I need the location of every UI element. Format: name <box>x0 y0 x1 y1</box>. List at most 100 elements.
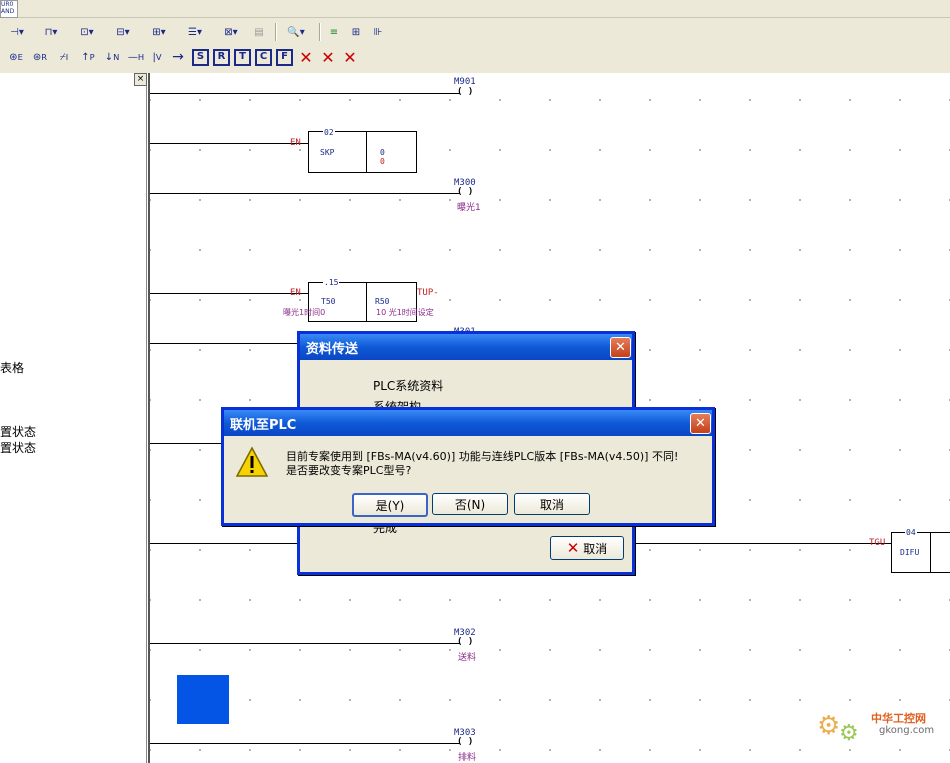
panel-close-button[interactable]: × <box>134 73 147 86</box>
difu-number: 04 <box>905 528 917 537</box>
list-tool-button[interactable]: ☰▾ <box>179 22 211 42</box>
blue-square <box>177 675 229 724</box>
timer-comment: 曝光1时间0 <box>283 308 326 317</box>
delete-all-icon[interactable]: ✕ <box>341 47 359 67</box>
positive-edge-icon[interactable]: ↑ P <box>78 47 98 67</box>
compare-tool-button[interactable]: ⊞▾ <box>143 22 175 42</box>
counter-box-button[interactable]: C <box>255 47 272 67</box>
rung-line <box>633 543 891 544</box>
skp-en-pin: EN <box>290 138 301 148</box>
coil-label: M901 <box>454 77 476 87</box>
gear-icon: ⚙ <box>817 711 841 741</box>
rung-line <box>150 143 308 144</box>
calc-icon[interactable]: ▤ <box>251 22 267 42</box>
toolbar-separator <box>275 23 277 41</box>
function-tool-button[interactable]: ⊡▾ <box>71 22 103 42</box>
reset-box-button[interactable]: R <box>213 47 230 67</box>
table-tool-button[interactable]: ⊠▾ <box>215 22 247 42</box>
monitor-search-button[interactable]: 🔍▾ <box>281 22 311 42</box>
coil-comment: 送料 <box>458 653 477 663</box>
register-tool-button[interactable]: ⊟▾ <box>107 22 139 42</box>
rung-line <box>150 443 225 444</box>
confirm-close-button[interactable]: ✕ <box>690 413 711 434</box>
function-box-button[interactable]: F <box>276 47 293 67</box>
tree-item-table[interactable]: 表格 <box>0 359 24 376</box>
transfer-dialog-titlebar: 资料传送 ✕ <box>300 334 632 360</box>
timer-tup-pin: TUP- <box>417 288 439 298</box>
skp-label: SKP <box>320 148 335 157</box>
coil-symbol[interactable]: ( ) <box>457 737 473 747</box>
vertical-line-icon[interactable]: | V <box>150 47 164 67</box>
top-strip <box>18 0 950 18</box>
left-power-rail <box>148 73 150 763</box>
set-box-icon: S <box>192 48 209 66</box>
rung-line <box>150 93 460 94</box>
coil-symbol[interactable]: ( ) <box>457 87 473 97</box>
transfer-dialog-title: 资料传送 <box>306 341 359 357</box>
delete-icon[interactable]: ✕ <box>297 47 315 67</box>
fb-divider <box>930 533 931 572</box>
program-view-icon[interactable]: ⊞ <box>347 22 365 42</box>
watermark-url: gkong.com <box>879 725 935 736</box>
arrow-right-icon[interactable]: → <box>168 47 188 67</box>
function-box-icon: F <box>276 48 293 66</box>
timer-box-button[interactable]: T <box>234 47 251 67</box>
fb-divider <box>366 283 367 321</box>
confirm-message-line-2: 是否要改变专案PLC型号? <box>286 464 412 477</box>
watermark: ⚙ ⚙ 中华工控网 gkong.com <box>815 705 945 753</box>
negative-edge-icon[interactable]: ↓ N <box>102 47 122 67</box>
coil-symbol[interactable]: ( ) <box>457 187 473 197</box>
reset-box-icon: R <box>213 48 230 66</box>
toolbar-separator <box>319 23 321 41</box>
difu-label: DIFU <box>900 548 920 557</box>
toolbar-row-1: ⊣▾ ⊓▾ ⊡▾ ⊟▾ ⊞▾ ☰▾ ⊠▾ ▤ 🔍▾ ≡ ⊞ ⊪ <box>3 20 391 44</box>
transfer-line-system-data: PLC系统资料 <box>373 379 444 393</box>
timer-preset-comment: 10 光1时间设定 <box>376 308 434 317</box>
yes-button[interactable]: 是(Y) <box>352 493 428 517</box>
coil-tool-button[interactable]: ⊓▾ <box>35 22 67 42</box>
instruction-view-icon[interactable]: ⊪ <box>369 22 387 42</box>
cancel-x-icon: ✕ <box>566 539 580 557</box>
reset-contact-icon[interactable]: ⊛ R <box>30 47 50 67</box>
skp-value-1: 0 <box>380 148 385 157</box>
tree-item-status-1[interactable]: 置状态 <box>0 423 36 440</box>
rung-line <box>150 343 300 344</box>
transfer-cancel-label: 取消 <box>583 541 608 556</box>
toolbar-area: UR0 AND ⊣▾ ⊓▾ ⊡▾ ⊟▾ ⊞▾ ☰▾ ⊠▾ ▤ 🔍▾ ≡ ⊞ ⊪ … <box>0 0 950 73</box>
invert-contact-icon[interactable]: ⌿ I <box>54 47 74 67</box>
confirm-dialog-title: 联机至PLC <box>230 417 297 433</box>
no-button[interactable]: 否(N) <box>432 493 508 515</box>
tree-item-status-2[interactable]: 置状态 <box>0 439 36 456</box>
horizontal-line-icon[interactable]: — H <box>126 47 146 67</box>
skp-value-2: 0 <box>380 157 385 166</box>
project-tree-panel: 表格 置状态 置状态 <box>0 73 147 763</box>
ladder-view-icon[interactable]: ≡ <box>325 22 343 42</box>
transfer-close-button[interactable]: ✕ <box>610 337 631 358</box>
watermark-brand: 中华工控网 <box>871 712 926 725</box>
rung-line <box>150 643 460 644</box>
coil-symbol[interactable]: ( ) <box>457 637 473 647</box>
cancel-button[interactable]: 取消 <box>514 493 590 515</box>
mode-indicator: UR0 AND <box>0 0 18 18</box>
coil-comment: 排料 <box>458 753 477 763</box>
fb-divider <box>366 132 367 172</box>
timer-preset-register: R50 <box>375 297 390 306</box>
delete-vertical-icon[interactable]: ✕ <box>319 47 337 67</box>
transfer-cancel-button[interactable]: ✕ 取消 <box>550 536 624 560</box>
toolbar-row-2: ⊛ E ⊛ R ⌿ I ↑ P ↓ N — H | V → S R T C F ✕ ✕ ✕ <box>6 45 363 69</box>
timer-box-icon: T <box>234 48 251 66</box>
set-box-button[interactable]: S <box>192 47 209 67</box>
timer-number: .15 <box>323 278 340 287</box>
difu-function-block[interactable]: 04 DIFU <box>891 528 950 573</box>
confirm-dialog-titlebar: 联机至PLC ✕ <box>224 410 712 436</box>
skp-number: 02 <box>323 128 335 137</box>
contact-tool-button[interactable]: ⊣▾ <box>3 22 31 42</box>
warning-icon <box>235 446 269 478</box>
counter-box-icon: C <box>255 48 272 66</box>
gear-icon: ⚙ <box>839 721 859 746</box>
rung-line <box>150 543 300 544</box>
confirm-dialog: 联机至PLC ✕ 目前专案使用到 [FBs-MA(v4.60)] 功能与连线PL… <box>221 407 715 526</box>
skp-function-block[interactable]: 02 SKP 0 0 <box>308 128 417 173</box>
set-contact-icon[interactable]: ⊛ E <box>6 47 26 67</box>
rung-line <box>150 743 460 744</box>
